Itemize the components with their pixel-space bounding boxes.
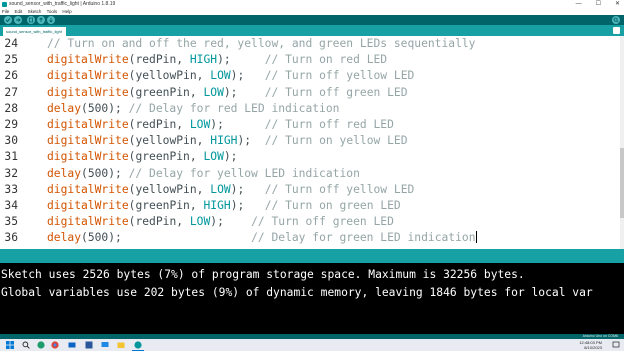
line-number: 27 <box>4 85 18 99</box>
text-cursor <box>475 231 477 244</box>
status-bar <box>0 249 624 263</box>
code-text[interactable]: delay(500); // Delay for green LED indic… <box>47 230 477 246</box>
code-text[interactable]: delay(500); // Delay for red LED indicat… <box>47 101 339 117</box>
close-button[interactable]: ✕ <box>615 0 620 9</box>
line-number: 25 <box>4 53 18 67</box>
code-line[interactable]: 24 // Turn on and off the red, yellow, an… <box>0 36 620 52</box>
toolbar <box>0 15 624 25</box>
code-line[interactable]: 33 digitalWrite(yellowPin, LOW); // Turn … <box>0 182 620 198</box>
magnifier-icon <box>613 17 619 23</box>
output-console: Sketch uses 2526 bytes (7%) of program s… <box>0 263 624 334</box>
save-sketch-button[interactable] <box>47 16 55 24</box>
edge-browser-icon[interactable] <box>37 341 45 349</box>
line-number: 28 <box>4 101 18 115</box>
code-editor[interactable]: 24 // Turn on and off the red, yellow, an… <box>0 36 620 249</box>
serial-monitor-button[interactable] <box>612 16 620 24</box>
code-text[interactable]: digitalWrite(greenPin, LOW); // Turn off… <box>47 85 408 101</box>
menu-help[interactable]: Help <box>62 9 71 14</box>
title-bar: sound_sensor_with_traffic_light | Arduin… <box>0 0 624 9</box>
maximize-button[interactable]: ☐ <box>596 0 601 9</box>
arrow-down-icon <box>49 18 53 23</box>
code-line[interactable]: 32 delay(500); // Delay for yellow LED in… <box>0 166 620 182</box>
line-number: 34 <box>4 199 18 212</box>
checkmark-icon <box>5 18 11 23</box>
menu-sketch[interactable]: Sketch <box>28 9 42 14</box>
code-line[interactable]: 35 digitalWrite(redPin, LOW); // Turn off… <box>0 214 620 230</box>
code-text[interactable]: // Turn on and off the red, yellow, and … <box>47 36 475 52</box>
line-number: 33 <box>4 182 18 196</box>
open-sketch-button[interactable] <box>37 16 45 24</box>
arduino-taskbar-icon[interactable] <box>134 341 142 349</box>
menu-tools[interactable]: Tools <box>47 9 58 14</box>
windows-start-icon[interactable] <box>6 341 14 349</box>
line-number: 24 <box>4 37 18 50</box>
code-text[interactable]: digitalWrite(redPin, LOW); // Turn off r… <box>47 117 394 133</box>
chrome-browser-icon[interactable] <box>51 341 59 349</box>
code-text[interactable]: digitalWrite(greenPin, LOW); <box>47 149 237 165</box>
code-line[interactable]: 36 delay(500); // Delay for green LED ind… <box>0 230 620 246</box>
console-line: Sketch uses 2526 bytes (7%) of program s… <box>1 268 525 281</box>
clock-date: 8/10/2023 <box>584 345 602 350</box>
line-number: 35 <box>4 215 18 229</box>
code-text[interactable]: digitalWrite(yellowPin, HIGH); // Turn o… <box>47 133 408 149</box>
monitor-app-icon[interactable] <box>101 341 109 349</box>
window-controls: — ☐ ✕ <box>576 0 620 9</box>
editor-scrollbar[interactable] <box>620 36 624 249</box>
code-line[interactable]: 26 digitalWrite(yellowPin, LOW); // Turn … <box>0 68 620 84</box>
line-number: 36 <box>4 231 18 245</box>
code-text[interactable]: digitalWrite(yellowPin, LOW); // Turn of… <box>47 182 414 198</box>
minimize-button[interactable]: — <box>576 0 582 9</box>
code-text[interactable]: digitalWrite(greenPin, HIGH); // Turn on… <box>47 198 401 214</box>
new-sketch-button[interactable] <box>27 16 35 24</box>
menu-edit[interactable]: Edit <box>15 9 23 14</box>
menu-file[interactable]: File <box>2 9 9 14</box>
tab-bar: sound_sensor_with_traffic_light <box>0 25 624 39</box>
code-text[interactable]: digitalWrite(yellowPin, LOW); // Turn of… <box>47 68 414 84</box>
code-text[interactable]: delay(500); // Delay for yellow LED indi… <box>47 166 360 182</box>
taskbar: 12:48:03 PM 8/10/2023 <box>0 339 624 351</box>
console-line: Global variables use 202 bytes (9%) of d… <box>1 286 593 299</box>
line-number: 32 <box>4 166 18 180</box>
verify-button[interactable] <box>4 16 12 24</box>
scrollbar-thumb[interactable] <box>620 148 624 218</box>
new-file-icon <box>29 17 33 23</box>
code-text[interactable]: digitalWrite(redPin, HIGH); // Turn on r… <box>47 52 387 68</box>
code-line[interactable]: 34 digitalWrite(greenPin, HIGH); // Turn … <box>0 198 620 214</box>
code-line[interactable]: 30 digitalWrite(yellowPin, HIGH); // Turn… <box>0 133 620 149</box>
arrow-up-icon <box>39 17 43 22</box>
window-title: sound_sensor_with_traffic_light | Arduin… <box>9 1 116 7</box>
notification-icon[interactable] <box>612 341 620 349</box>
upload-button[interactable] <box>14 16 22 24</box>
code-line[interactable]: 27 digitalWrite(greenPin, LOW); // Turn o… <box>0 85 620 101</box>
search-icon[interactable] <box>22 341 30 349</box>
file-explorer-icon[interactable] <box>117 341 125 349</box>
line-number: 26 <box>4 69 18 83</box>
code-text[interactable]: digitalWrite(redPin, LOW); // Turn off g… <box>47 214 394 230</box>
code-line[interactable]: 28 delay(500); // Delay for red LED indic… <box>0 101 620 117</box>
tab-sketch[interactable]: sound_sensor_with_traffic_light <box>3 27 66 36</box>
line-number: 30 <box>4 134 18 148</box>
mail-icon[interactable] <box>68 341 76 349</box>
code-line[interactable]: 31 digitalWrite(greenPin, LOW); <box>0 149 620 165</box>
line-number: 29 <box>4 118 18 131</box>
arrow-right-icon <box>16 18 21 22</box>
word-icon[interactable] <box>85 341 93 349</box>
line-number: 31 <box>4 150 18 164</box>
system-clock[interactable]: 12:48:03 PM 8/10/2023 <box>579 340 602 350</box>
tab-menu-button[interactable] <box>613 27 620 39</box>
code-line[interactable]: 29 digitalWrite(redPin, LOW); // Turn off… <box>0 117 620 133</box>
arduino-app-icon <box>2 2 7 7</box>
code-line[interactable]: 25 digitalWrite(redPin, HIGH); // Turn on… <box>0 52 620 68</box>
